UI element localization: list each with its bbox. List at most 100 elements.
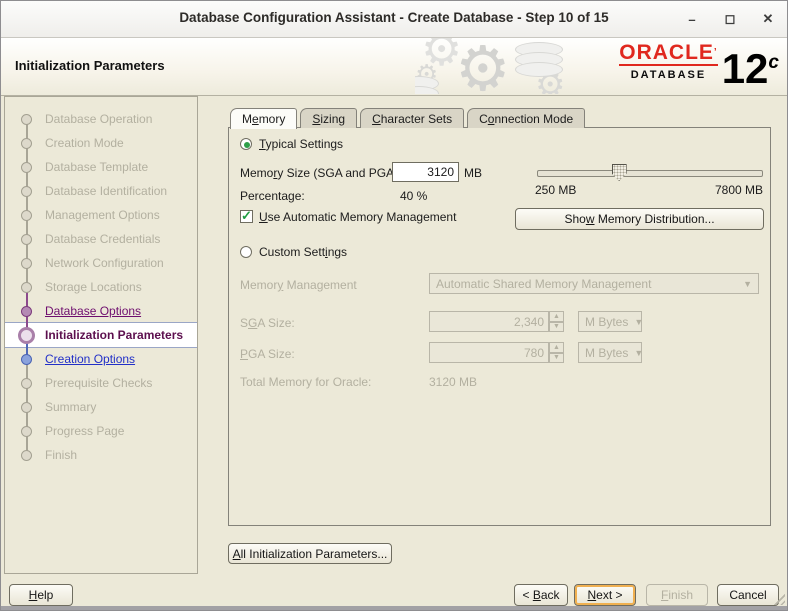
logo-version: 12c <box>721 45 779 92</box>
step-dot-icon <box>21 377 32 389</box>
minimize-icon[interactable]: – <box>685 12 699 27</box>
tab-sizing[interactable]: Sizing <box>300 108 358 128</box>
page-title: Initialization Parameters <box>15 58 165 73</box>
sidebar-item-management-options: Management Options <box>5 191 197 227</box>
step-label: Creation Options <box>45 352 136 366</box>
sidebar-item-database-template: Database Template <box>5 143 197 179</box>
slider-scale-labels: 250 MB 7800 MB <box>535 183 763 197</box>
logo-rule <box>619 64 718 66</box>
logo-product: DATABASE <box>630 69 707 81</box>
step-label: Network Configuration <box>45 256 164 270</box>
cancel-button[interactable]: Cancel <box>717 584 779 606</box>
step-dot-icon <box>21 353 32 365</box>
sga-size-stepper: ▲ ▼ <box>549 311 564 332</box>
all-initialization-parameters-button[interactable]: All Initialization Parameters... <box>228 543 392 564</box>
step-label: Database Options <box>45 304 142 318</box>
step-dot-icon <box>21 233 32 245</box>
sidebar-item-prerequisite-checks: Prerequisite Checks <box>5 359 197 395</box>
titlebar: Database Configuration Assistant - Creat… <box>1 1 787 38</box>
page-header: Initialization Parameters ⚙ ⚙ ⚙ ⚙ ORACLE… <box>1 38 787 96</box>
step-label: Progress Page <box>45 424 125 438</box>
next-button[interactable]: Next > <box>574 584 636 606</box>
step-dot-icon <box>18 326 35 344</box>
tab-character-sets[interactable]: Character Sets <box>360 108 465 128</box>
slider-min-label: 250 MB <box>535 183 577 197</box>
step-label: Storage Locations <box>45 280 142 294</box>
sidebar-item-database-options[interactable]: Database Options <box>5 287 197 323</box>
sidebar-item-database-operation: Database Operation <box>5 107 197 131</box>
sidebar-item-initialization-parameters[interactable]: Initialization Parameters <box>5 311 197 347</box>
database-icon <box>515 42 563 77</box>
step-dot-icon <box>21 425 32 437</box>
pga-unit-select: M Bytes ▼ <box>578 342 644 363</box>
total-memory-label: Total Memory for Oracle: <box>240 375 372 389</box>
show-memory-distribution-button[interactable]: Show Memory Distribution... <box>515 208 764 230</box>
step-label: Database Operation <box>45 112 153 126</box>
pga-size-label: PGA Size: <box>240 347 295 361</box>
tab-bar: Me mory Sizing Character Sets Co nnection Mod… <box>230 108 586 129</box>
window-title: Database Configuration Assistant - Creat… <box>179 10 609 25</box>
spinner-down-icon: ▼ <box>549 352 564 363</box>
step-label: Finish <box>45 448 78 462</box>
tab-connection-mode[interactable]: Co nnection Mode <box>467 108 586 128</box>
back-button[interactable]: < Back <box>514 584 568 606</box>
step-dot-icon <box>21 305 32 317</box>
window-controls: – ◻ ✕ <box>685 1 775 37</box>
sidebar-item-creation-mode: Creation Mode <box>5 119 197 155</box>
sidebar-item-database-credentials: Database Credentials <box>5 215 197 251</box>
step-dot-icon <box>21 185 32 197</box>
database-icon <box>415 76 439 94</box>
total-memory-value: 3120 MB <box>429 375 478 389</box>
step-label: Database Identification <box>45 184 168 198</box>
sidebar-item-creation-options[interactable]: Creation Options <box>5 335 197 371</box>
dbca-window: Database Configuration Assistant - Creat… <box>0 0 788 611</box>
use-amm-checkbox[interactable] <box>240 208 253 224</box>
step-label: Database Credentials <box>45 232 161 246</box>
spinner-up-icon: ▲ <box>549 311 564 322</box>
step-dot-icon <box>21 401 32 413</box>
tab-memory[interactable]: Me mory <box>230 108 298 129</box>
gear-icon: ⚙ <box>455 38 511 94</box>
chevron-down-icon: ▼ <box>634 347 644 358</box>
pga-size-input: 780 <box>429 342 549 363</box>
close-icon[interactable]: ✕ <box>761 11 775 26</box>
sidebar-item-progress-page: Progress Page <box>5 407 197 443</box>
chevron-down-icon: ▼ <box>634 316 644 327</box>
maximize-icon[interactable]: ◻ <box>723 11 737 26</box>
step-dot-icon <box>21 281 32 293</box>
step-dot-icon <box>21 113 32 125</box>
memory-size-label: Memory Size (SGA and PGA): <box>240 166 402 180</box>
sidebar-item-database-identification: Database Identification <box>5 167 197 203</box>
wizard-steps-sidebar: Database Operation Creation Mode Database … <box>4 96 198 574</box>
step-dot-icon <box>21 449 32 461</box>
typical-settings-label: Typical Settings <box>259 137 344 151</box>
memory-size-unit: MB <box>464 166 482 180</box>
sidebar-item-storage-locations: Storage Locations <box>5 263 197 299</box>
typical-settings-radio[interactable] <box>240 138 252 150</box>
oracle-wordmark: ORACLE’ <box>619 41 718 64</box>
window-bottom-edge <box>1 606 787 610</box>
memory-management-label: Memory Management <box>240 278 357 292</box>
memory-tab-panel: Typical Settings Memory Size (SGA and PG… <box>228 127 771 526</box>
memory-size-input[interactable]: 3120 <box>392 162 459 182</box>
step-label: Summary <box>45 400 97 414</box>
step-label: Management Options <box>45 208 160 222</box>
memory-slider-track[interactable] <box>537 164 763 181</box>
slider-thumb[interactable] <box>611 164 627 181</box>
pga-size-stepper: ▲ ▼ <box>549 342 564 363</box>
chevron-down-icon: ▼ <box>743 278 752 289</box>
step-label: Creation Mode <box>45 136 124 150</box>
finish-button: Finish <box>646 584 708 606</box>
use-amm-label: Use Automatic Memory Management <box>259 210 457 224</box>
percentage-label: Percentage: <box>240 189 305 203</box>
slider-max-label: 7800 MB <box>714 183 763 197</box>
sidebar-item-finish: Finish <box>5 431 197 467</box>
sidebar-item-summary: Summary <box>5 383 197 419</box>
custom-settings-radio[interactable] <box>240 246 252 258</box>
help-button[interactable]: Help <box>9 584 73 606</box>
sga-size-input: 2,340 <box>429 311 549 332</box>
step-dot-icon <box>21 161 32 173</box>
sga-unit-select: M Bytes ▼ <box>578 311 644 332</box>
step-dot-icon <box>21 257 32 269</box>
spinner-down-icon: ▼ <box>549 321 564 332</box>
